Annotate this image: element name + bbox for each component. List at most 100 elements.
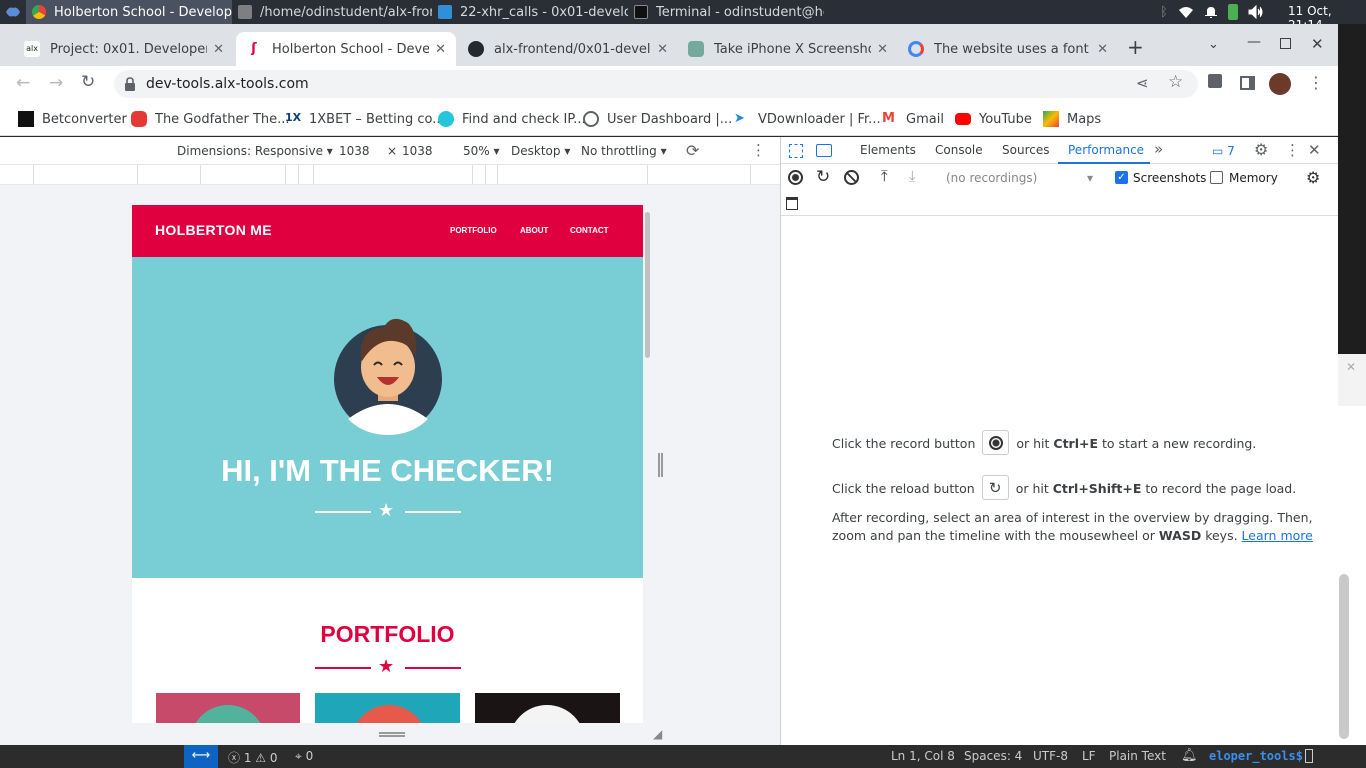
capture-settings-gear-icon[interactable]: ⚙ bbox=[1306, 168, 1320, 187]
remote-indicator[interactable]: ⟷ bbox=[184, 745, 218, 768]
devtools-menu-icon[interactable]: ⋮ bbox=[1285, 141, 1300, 159]
maximize-window-button[interactable] bbox=[1280, 38, 1291, 49]
browser-tab-google[interactable]: The website uses a font libr ✕ bbox=[898, 32, 1118, 66]
inline-record-button[interactable] bbox=[982, 430, 1010, 455]
close-tab-icon[interactable]: ✕ bbox=[213, 42, 224, 57]
inspect-element-icon[interactable] bbox=[789, 144, 803, 158]
devtools-settings-gear-icon[interactable]: ⚙ bbox=[1254, 140, 1268, 159]
throttling-dropdown[interactable]: No throttling ▾ bbox=[581, 144, 667, 158]
extensions-puzzle-icon[interactable] bbox=[1208, 74, 1222, 88]
bluetooth-icon[interactable]: ᛒ bbox=[1160, 5, 1168, 20]
notifications-bell-icon[interactable]: 🔔︎ bbox=[1181, 748, 1198, 763]
site-brand[interactable]: HOLBERTON ME bbox=[155, 222, 272, 238]
browser-menu-icon[interactable]: ⋮ bbox=[1308, 73, 1324, 92]
bookmark-godfather[interactable]: The Godfather The... bbox=[131, 109, 290, 129]
profile-avatar[interactable] bbox=[1269, 73, 1291, 95]
problems-indicator[interactable]: ⓧ 1 ⚠ 0 bbox=[228, 749, 278, 766]
nav-link-contact[interactable]: CONTACT bbox=[570, 226, 609, 235]
device-type-dropdown[interactable]: Desktop ▾ bbox=[511, 144, 570, 158]
browser-tab-github[interactable]: alx-frontend/0x01-develope ✕ bbox=[458, 32, 678, 66]
bookmark-maps[interactable]: Maps bbox=[1043, 109, 1101, 129]
side-panel-icon[interactable] bbox=[1240, 76, 1255, 90]
device-toggle-icon[interactable] bbox=[816, 144, 832, 157]
memory-checkbox[interactable] bbox=[1210, 171, 1223, 184]
page-scrollbar-thumb[interactable] bbox=[645, 212, 650, 358]
taskbar-task-files[interactable]: /home/odinstudent/alx-front... bbox=[232, 0, 432, 24]
close-tab-icon[interactable]: ✕ bbox=[657, 42, 668, 57]
bookmark-gmail[interactable]: M Gmail bbox=[882, 109, 944, 129]
browser-tab-holberton[interactable]: ʃ Holberton School - Develop ✕ bbox=[236, 32, 456, 66]
volume-icon[interactable] bbox=[1248, 5, 1264, 19]
url-text[interactable]: dev-tools.alx-tools.com bbox=[146, 76, 309, 92]
indentation[interactable]: Spaces: 4 bbox=[964, 749, 1022, 763]
resize-handle-corner[interactable]: ◢ bbox=[653, 727, 662, 741]
ports-indicator[interactable]: ⌖ 0 bbox=[295, 749, 313, 764]
rotate-icon[interactable]: ⟳ bbox=[686, 141, 699, 160]
close-tab-icon[interactable]: ✕ bbox=[1097, 42, 1108, 57]
learn-more-link[interactable]: Learn more bbox=[1242, 528, 1313, 543]
width-input[interactable]: 1038 bbox=[339, 144, 370, 158]
app-menu-icon[interactable] bbox=[0, 0, 26, 24]
background-scrollbar-thumb[interactable] bbox=[1339, 574, 1349, 739]
reload-icon[interactable]: ↻ bbox=[81, 72, 95, 92]
nav-link-portfolio[interactable]: PORTFOLIO bbox=[450, 226, 497, 235]
close-devtools-icon[interactable]: ✕ bbox=[1308, 141, 1321, 159]
inline-reload-button[interactable]: ↻ bbox=[981, 475, 1009, 500]
height-input[interactable]: 1038 bbox=[402, 144, 433, 158]
browser-tab-screenshot[interactable]: Take iPhone X Screenshot ✕ bbox=[678, 32, 898, 66]
save-profile-icon[interactable]: ⤓ bbox=[909, 167, 916, 185]
zoom-dropdown[interactable]: 50% ▾ bbox=[463, 144, 500, 158]
taskbar-task-vscode[interactable]: 22-xhr_calls - 0x01-develope... bbox=[432, 0, 628, 24]
portfolio-item[interactable] bbox=[475, 693, 620, 723]
background-close-icon[interactable]: ✕ bbox=[1346, 360, 1356, 374]
resize-handle-bottom[interactable] bbox=[379, 732, 405, 737]
cursor-position[interactable]: Ln 1, Col 8 bbox=[891, 749, 955, 763]
tab-search-chevron-icon[interactable]: ⌄ bbox=[1208, 37, 1219, 52]
bookmark-vdownloader[interactable]: ➤ VDownloader | Fr... bbox=[734, 109, 881, 129]
tab-elements[interactable]: Elements bbox=[860, 143, 916, 157]
minimize-window-button[interactable]: — bbox=[1247, 34, 1261, 50]
portfolio-item[interactable] bbox=[315, 693, 460, 723]
screenshots-checkbox[interactable]: ✓ bbox=[1115, 171, 1128, 184]
tab-performance[interactable]: Performance bbox=[1068, 143, 1144, 157]
recordings-select[interactable]: (no recordings) ▾ bbox=[946, 171, 1096, 185]
resize-handle-right[interactable] bbox=[658, 453, 663, 477]
device-toolbar-menu-icon[interactable]: ⋮ bbox=[751, 141, 766, 159]
new-tab-button[interactable]: + bbox=[1127, 35, 1144, 59]
taskbar-task-terminal[interactable]: Terminal - odinstudent@hen... bbox=[628, 0, 824, 24]
encoding[interactable]: UTF-8 bbox=[1033, 749, 1068, 763]
address-bar[interactable]: dev-tools.alx-tools.com ⋖ ☆ bbox=[114, 70, 1198, 98]
reload-record-icon[interactable]: ↻ bbox=[816, 167, 830, 187]
tab-sources[interactable]: Sources bbox=[1002, 143, 1049, 157]
notification-bell-icon[interactable] bbox=[1204, 5, 1218, 19]
dimensions-dropdown[interactable]: Dimensions: Responsive ▾ bbox=[177, 144, 333, 158]
bookmark-star-icon[interactable]: ☆ bbox=[1168, 72, 1183, 92]
garbage-collect-trash-icon[interactable] bbox=[786, 197, 798, 210]
share-icon[interactable]: ⋖ bbox=[1136, 74, 1149, 92]
line-ending[interactable]: LF bbox=[1082, 749, 1096, 763]
back-arrow-icon[interactable]: ← bbox=[16, 73, 30, 93]
forward-arrow-icon[interactable]: → bbox=[49, 73, 63, 93]
issues-badge[interactable]: ▭ 7 bbox=[1212, 144, 1235, 158]
bookmark-1xbet[interactable]: 1X 1XBET – Betting co... bbox=[285, 109, 445, 129]
bookmark-youtube[interactable]: YouTube bbox=[955, 109, 1032, 129]
bookmark-find-ip[interactable]: Find and check IP... bbox=[438, 109, 586, 129]
language-mode[interactable]: Plain Text bbox=[1109, 749, 1166, 763]
clear-icon[interactable] bbox=[844, 170, 859, 185]
tab-console[interactable]: Console bbox=[935, 143, 983, 157]
wifi-icon[interactable] bbox=[1178, 5, 1194, 19]
bookmark-user-dashboard[interactable]: User Dashboard |... bbox=[583, 109, 732, 129]
bookmark-betconverter[interactable]: Betconverter bbox=[18, 109, 127, 129]
battery-icon[interactable] bbox=[1227, 4, 1238, 20]
portfolio-item[interactable] bbox=[156, 693, 300, 723]
browser-tab-project[interactable]: alx Project: 0x01. Developer to ✕ bbox=[14, 32, 234, 66]
more-tabs-chevron-icon[interactable]: » bbox=[1154, 140, 1163, 158]
nav-link-about[interactable]: ABOUT bbox=[520, 226, 548, 235]
record-button[interactable] bbox=[788, 170, 803, 185]
taskbar-task-chrome[interactable]: Holberton School - Develop... bbox=[26, 0, 232, 24]
media-query-ruler[interactable] bbox=[0, 165, 780, 185]
close-tab-icon[interactable]: ✕ bbox=[877, 42, 888, 57]
load-profile-icon[interactable]: ⤒ bbox=[881, 167, 888, 185]
close-tab-icon[interactable]: ✕ bbox=[435, 42, 446, 57]
close-window-button[interactable]: ✕ bbox=[1311, 35, 1324, 53]
